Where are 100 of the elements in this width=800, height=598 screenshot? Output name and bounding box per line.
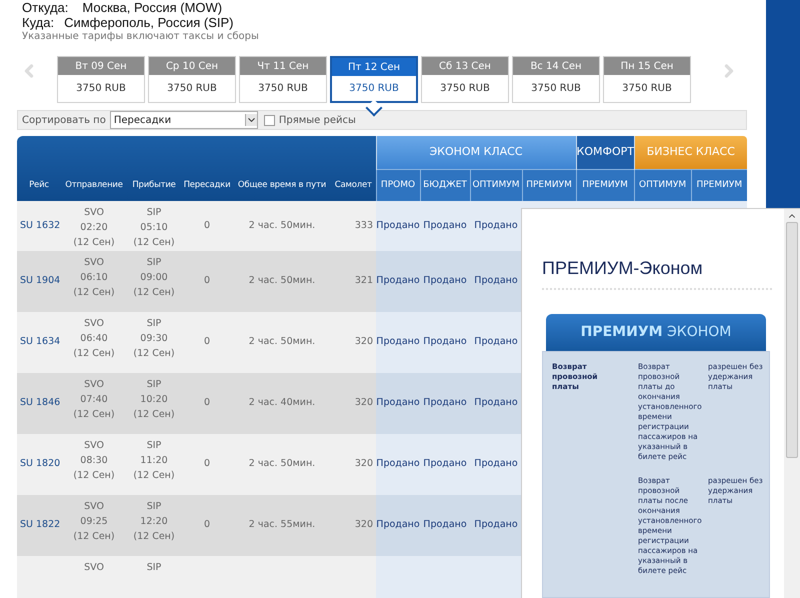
fare-card-title: ПРЕМИУМ ЭКОНОМ xyxy=(580,323,732,342)
fare-status: Продано xyxy=(376,220,420,231)
column-header: Самолет xyxy=(331,136,376,201)
flight-duration: 2 час. 40мин. xyxy=(248,397,316,408)
fare-status: Продано xyxy=(474,275,518,286)
arrival-info: (12 Сен) xyxy=(133,236,175,250)
stops-count: 0 xyxy=(204,397,210,408)
fare-status: Продано xyxy=(376,336,420,348)
date-price: 3750 RUB xyxy=(621,82,673,96)
fare-column-header: ОПТИМУМ xyxy=(470,169,522,201)
date-label: Пт 12 Сен xyxy=(332,58,416,76)
arrival-info: (12 Сен) xyxy=(133,469,175,483)
date-tab[interactable]: Пн 15 Сен 3750 RUB xyxy=(603,56,691,103)
departure-info: SVO xyxy=(84,206,104,220)
column-header: Отправление xyxy=(61,136,127,201)
stops-count: 0 xyxy=(204,220,210,231)
aircraft-type: 320 xyxy=(354,336,373,348)
date-tab[interactable]: Вт 09 Сен 3750 RUB xyxy=(57,56,145,103)
flight-duration: 2 час. 50мин. xyxy=(248,458,316,470)
from-label: Откуда: xyxy=(22,0,68,15)
date-label: Ср 10 Сен xyxy=(149,57,235,75)
arrival-info: 09:30 xyxy=(140,332,168,346)
fare-column-header: ПРОМО xyxy=(376,169,420,201)
departure-info: SVO xyxy=(84,378,104,392)
sort-select[interactable]: Пересадки xyxy=(110,111,258,129)
flight-number[interactable]: SU 1820 xyxy=(20,458,60,470)
aircraft-type: 333 xyxy=(354,220,373,231)
date-price: 3750 RUB xyxy=(530,82,582,96)
to-label: Куда: xyxy=(22,15,54,30)
fare-column-header: ПРЕМИУМ xyxy=(522,169,576,201)
departure-info: 06:10 xyxy=(80,271,108,285)
departure-info: (12 Сен) xyxy=(73,530,115,544)
date-tab[interactable]: Сб 13 Сен 3750 RUB xyxy=(421,56,509,103)
arrival-info: (12 Сен) xyxy=(133,530,175,544)
arrival-info: (12 Сен) xyxy=(133,347,175,361)
date-tab[interactable]: Чт 11 Сен 3750 RUB xyxy=(239,56,327,103)
flight-number[interactable]: SU 1846 xyxy=(20,397,60,408)
departure-info: (12 Сен) xyxy=(73,469,115,483)
aircraft-type: 320 xyxy=(354,397,373,408)
date-label: Чт 11 Сен xyxy=(240,57,326,75)
departure-info: 07:40 xyxy=(80,393,108,407)
date-tab[interactable]: Ср 10 Сен 3750 RUB xyxy=(148,56,236,103)
fare-status: Продано xyxy=(423,336,467,348)
fare-status: Продано xyxy=(423,397,467,408)
flight-number[interactable]: SU 1904 xyxy=(20,275,60,286)
flight-number[interactable]: SU 1634 xyxy=(20,336,60,348)
departure-info: SVO xyxy=(84,500,104,514)
departure-info: (12 Сен) xyxy=(73,286,115,300)
departure-info: 09:25 xyxy=(80,515,108,529)
arrival-info: SIP xyxy=(146,378,162,392)
arrival-info: 11:20 xyxy=(140,454,168,468)
date-price: 3750 RUB xyxy=(257,82,309,96)
date-tab[interactable]: Вс 14 Сен 3750 RUB xyxy=(512,56,600,103)
stops-count: 0 xyxy=(204,336,210,348)
to-city: Симферополь, Россия (SIP) xyxy=(64,15,234,30)
departure-info: 06:40 xyxy=(80,332,108,346)
fare-status: Продано xyxy=(474,220,518,231)
arrival-info: 09:00 xyxy=(140,271,168,285)
date-price: 3750 RUB xyxy=(166,82,218,96)
flight-number[interactable]: SU 1822 xyxy=(20,519,60,530)
flight-duration: 2 час. 55мин. xyxy=(248,519,316,530)
scrollbar[interactable] xyxy=(784,209,800,598)
arrival-info: 12:20 xyxy=(140,515,168,529)
stops-count: 0 xyxy=(204,519,210,530)
departure-info: 08:30 xyxy=(80,454,108,468)
scroll-thumb[interactable] xyxy=(786,222,798,458)
date-price: 3750 RUB xyxy=(348,82,400,96)
arrival-info: SIP xyxy=(146,439,162,453)
departure-info: SVO xyxy=(84,256,104,270)
fare-class-header: ЭКОНОМ КЛАСС xyxy=(376,136,576,169)
arrival-info: SIP xyxy=(146,317,162,331)
date-price: 3750 RUB xyxy=(439,82,491,96)
dropdown-caret-icon xyxy=(244,114,257,126)
date-label: Вс 14 Сен xyxy=(513,57,599,75)
fare-column-header: ОПТИМУМ xyxy=(634,169,692,201)
fare-status: Продано xyxy=(423,275,467,286)
date-label: Сб 13 Сен xyxy=(422,57,508,75)
column-header: Общее время в пути xyxy=(233,136,331,201)
sort-label: Сортировать по xyxy=(22,114,106,128)
fare-status: Продано xyxy=(376,519,420,530)
fare-class-header: КОМФОРТ xyxy=(576,136,634,169)
from-city: Москва, Россия (MOW) xyxy=(82,0,222,15)
departure-info: SVO xyxy=(84,317,104,331)
column-header: Прибытие xyxy=(127,136,181,201)
flight-duration: 2 час. 50мин. xyxy=(248,275,316,286)
fare-column-header: ПРЕМИУМ xyxy=(576,169,634,201)
fare-status: Продано xyxy=(376,458,420,470)
direct-checkbox[interactable] xyxy=(264,114,275,126)
arrival-info: SIP xyxy=(146,256,162,270)
fare-status: Продано xyxy=(474,519,518,530)
fare-status: Продано xyxy=(376,275,420,286)
fare-status: Продано xyxy=(423,458,467,470)
fare-column-header: ПРЕМИУМ xyxy=(691,169,748,201)
departure-info: 02:20 xyxy=(80,221,108,235)
date-label: Пн 15 Сен xyxy=(604,57,690,75)
aircraft-type: 320 xyxy=(354,519,373,530)
fare-status: Продано xyxy=(376,397,420,408)
fare-note: Указанные тарифы включают таксы и сборы xyxy=(22,30,260,44)
flight-duration: 2 час. 50мин. xyxy=(248,336,316,348)
departure-info: (12 Сен) xyxy=(73,347,115,361)
